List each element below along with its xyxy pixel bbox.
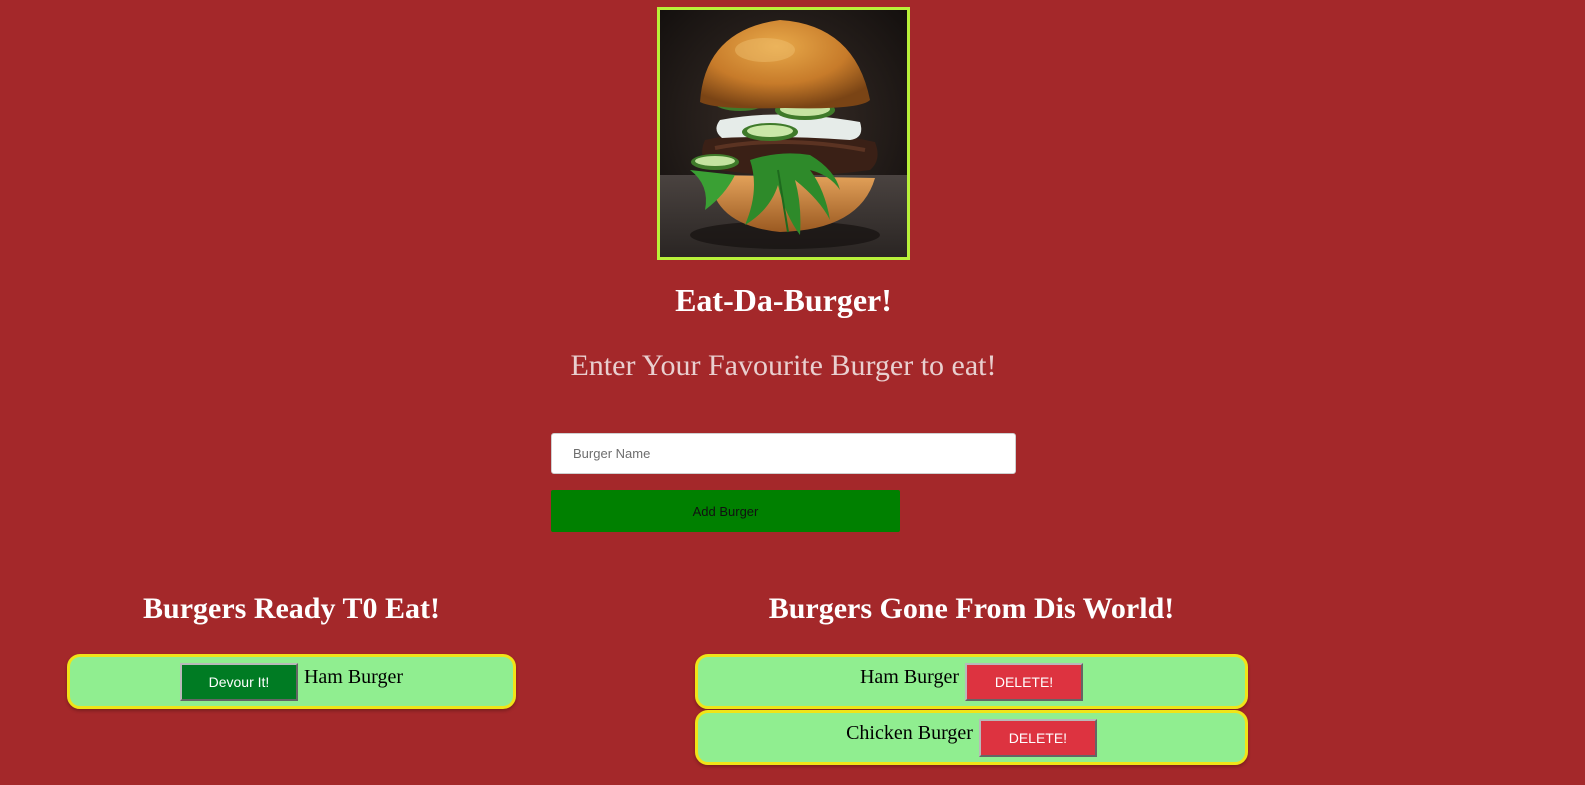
burger-name: Ham Burger [859, 665, 960, 688]
page-title: Eat-Da-Burger! [675, 282, 892, 318]
burger-name-input[interactable] [551, 433, 1016, 474]
burger-name: Chicken Burger [846, 721, 973, 744]
ready-burgers-heading: Burgers Ready T0 Eat! [143, 592, 440, 625]
burger-illustration [660, 10, 907, 257]
burger-hero-image [657, 7, 910, 260]
delete-button[interactable]: DELETE! [965, 662, 1084, 701]
devoured-burgers-heading: Burgers Gone From Dis World! [768, 592, 1175, 625]
devoured-burger-item: Ham Burger DELETE! [695, 654, 1248, 709]
burger-name: Ham Burger [303, 665, 404, 688]
devour-button[interactable]: Devour It! [179, 662, 298, 701]
delete-button[interactable]: DELETE! [978, 718, 1097, 757]
add-burger-button[interactable]: Add Burger [551, 490, 900, 532]
ready-burger-item: Devour It! Ham Burger [67, 654, 516, 709]
page-subtitle: Enter Your Favourite Burger to eat! [570, 349, 997, 382]
devoured-burger-item: Chicken Burger DELETE! [695, 710, 1248, 765]
